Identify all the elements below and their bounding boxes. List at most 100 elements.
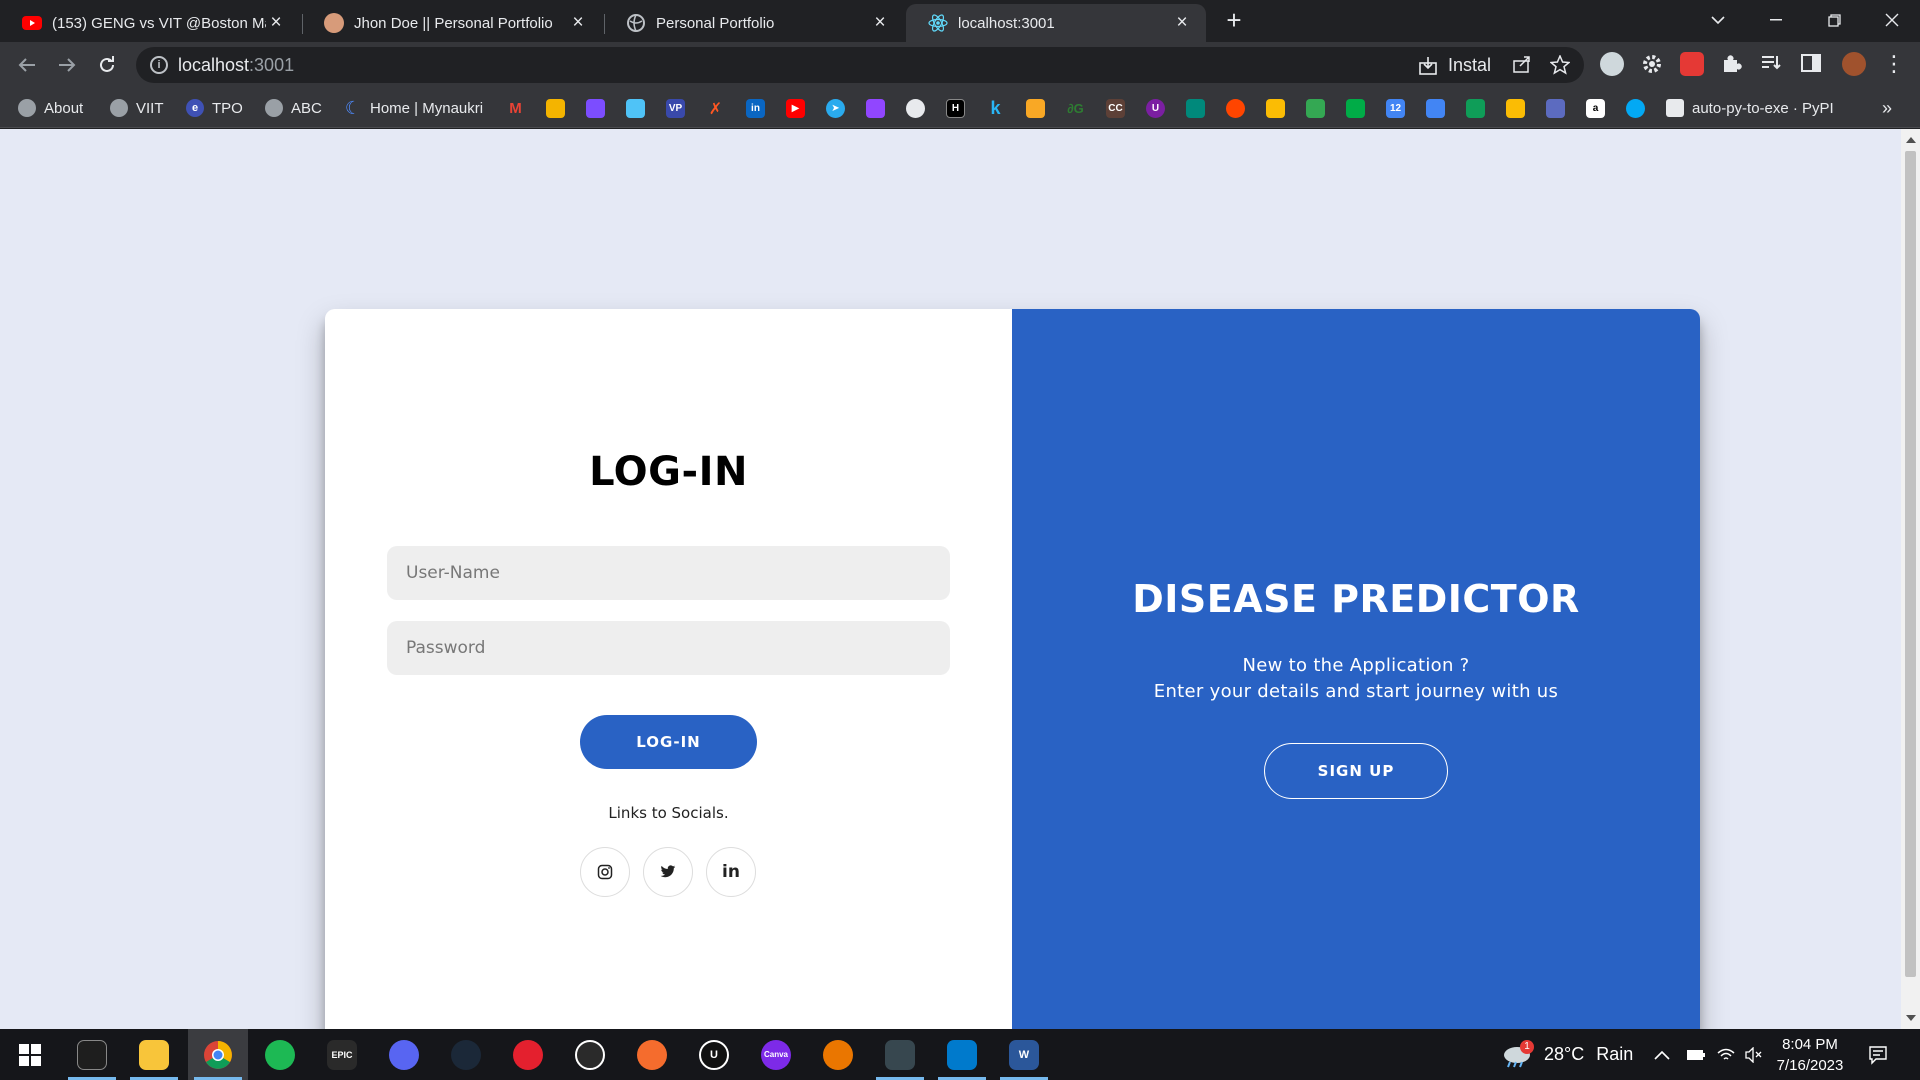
steam-app[interactable] (436, 1029, 496, 1080)
forward-button[interactable] (52, 50, 82, 80)
signup-button[interactable]: SIGN UP (1264, 743, 1448, 799)
address-bar[interactable]: i localhost:3001 Instal (136, 47, 1584, 83)
classroom-icon[interactable] (546, 99, 565, 118)
bookmark-abc[interactable]: ABC (265, 96, 322, 120)
scroll-down-icon[interactable] (1906, 1015, 1916, 1021)
back-button[interactable] (12, 50, 42, 80)
close-icon[interactable]: × (870, 12, 890, 33)
docs-icon[interactable] (1426, 99, 1445, 118)
game-launcher-app[interactable] (498, 1029, 558, 1080)
instagram-icon[interactable] (580, 847, 630, 897)
tab-search-icon[interactable] (1690, 0, 1746, 40)
vscode-app[interactable] (932, 1029, 992, 1080)
vp-icon[interactable]: VP (666, 99, 685, 118)
close-icon[interactable]: × (568, 12, 588, 33)
keep-icon[interactable] (1506, 99, 1525, 118)
youtube-icon[interactable]: ▶ (786, 99, 805, 118)
diamond-icon[interactable] (1186, 99, 1205, 118)
u-icon[interactable]: U (1146, 99, 1165, 118)
reload-button[interactable] (92, 50, 122, 80)
stack-icon[interactable] (1026, 99, 1045, 118)
side-panel-icon[interactable] (1800, 52, 1824, 76)
pinwheel-icon[interactable] (1266, 99, 1285, 118)
twitter-icon[interactable] (643, 847, 693, 897)
amazon-icon[interactable]: a (1586, 99, 1605, 118)
browser-tab[interactable]: (153) GENG vs VIT @Boston Maj × (0, 4, 300, 42)
tray-overflow-icon[interactable] (1654, 1029, 1670, 1080)
epic-games-app[interactable]: EPIC (312, 1029, 372, 1080)
system-clock[interactable]: 8:04 PM 7/16/2023 (1762, 1034, 1858, 1076)
edge-icon[interactable] (626, 99, 645, 118)
bookmark-mynaukri[interactable]: ☾ Home | Mynaukri (344, 96, 483, 120)
chart-icon[interactable] (1546, 99, 1565, 118)
profile-avatar[interactable] (1842, 52, 1866, 76)
edge-icon[interactable] (1626, 99, 1645, 118)
hackerrank-icon[interactable]: H (946, 99, 965, 118)
file-explorer-app[interactable] (124, 1029, 184, 1080)
bookmark-about[interactable]: About (18, 96, 83, 120)
close-icon[interactable]: × (1172, 12, 1192, 33)
reading-list-icon[interactable] (1760, 52, 1784, 76)
browser-menu-icon[interactable]: ⋮ (1882, 52, 1906, 78)
settings-gear-icon[interactable] (1640, 52, 1664, 76)
new-tab-button[interactable]: + (1220, 5, 1248, 35)
bookmarks-overflow-button[interactable]: » (1882, 96, 1892, 120)
scrollbar-thumb[interactable] (1905, 151, 1916, 977)
x-icon[interactable]: ✗ (706, 99, 725, 118)
chrome-app[interactable] (188, 1029, 248, 1080)
wifi-icon[interactable] (1716, 1029, 1736, 1080)
installer-app[interactable] (870, 1029, 930, 1080)
blender-app[interactable] (808, 1029, 868, 1080)
minimize-button[interactable] (1748, 0, 1804, 40)
google-drive-icon[interactable] (1306, 99, 1325, 118)
share-icon[interactable] (1512, 55, 1532, 73)
notifications-icon[interactable] (1868, 1029, 1888, 1080)
scroll-up-icon[interactable] (1906, 137, 1916, 143)
bookmark-pypi[interactable]: auto-py-to-exe · PyPI (1666, 96, 1834, 120)
canva-app[interactable]: Canva (746, 1029, 806, 1080)
cc-icon[interactable]: CC (1106, 99, 1125, 118)
page-scrollbar[interactable] (1901, 129, 1920, 1029)
browser-tab[interactable]: Jhon Doe || Personal Portfolio × (302, 4, 602, 42)
terminal-app[interactable] (62, 1029, 122, 1080)
bookmark-star-icon[interactable] (1550, 55, 1570, 75)
spotify-app[interactable] (250, 1029, 310, 1080)
restore-button[interactable] (1806, 0, 1862, 40)
unreal-app[interactable]: U (684, 1029, 744, 1080)
github-icon[interactable] (906, 99, 925, 118)
start-button[interactable] (0, 1029, 60, 1080)
battery-icon[interactable] (1686, 1029, 1706, 1080)
login-button[interactable]: LOG-IN (580, 715, 757, 769)
extension-icon[interactable] (1600, 52, 1624, 76)
close-window-button[interactable] (1864, 0, 1920, 40)
reddit-icon[interactable] (1226, 99, 1245, 118)
close-icon[interactable]: × (266, 12, 286, 33)
calendar-icon[interactable]: 12 (1386, 99, 1405, 118)
sheets-icon[interactable] (1466, 99, 1485, 118)
twitch-icon[interactable] (866, 99, 885, 118)
telegram-icon[interactable]: ➤ (826, 99, 845, 118)
extension-icon[interactable] (1680, 52, 1704, 76)
browser-tab-active[interactable]: localhost:3001 × (906, 4, 1206, 42)
drive-cloud-icon[interactable] (586, 99, 605, 118)
puzzle-icon[interactable] (1720, 52, 1744, 76)
username-input[interactable] (387, 546, 950, 600)
discord-app[interactable] (374, 1029, 434, 1080)
k-icon[interactable]: k (986, 98, 1005, 118)
site-info-icon[interactable]: i (150, 56, 168, 74)
gmail-icon[interactable]: M (506, 99, 525, 118)
bookmark-tpo[interactable]: e TPO (186, 96, 243, 120)
volume-muted-icon[interactable] (1744, 1029, 1762, 1080)
ubisoft-app[interactable] (560, 1029, 620, 1080)
word-app[interactable]: W (994, 1029, 1054, 1080)
gfg-icon[interactable]: ∂G (1066, 99, 1085, 118)
meet-icon[interactable] (1346, 99, 1365, 118)
linkedin-icon[interactable]: in (746, 99, 765, 118)
weather-widget[interactable]: 1 28°C Rain (1502, 1029, 1633, 1080)
install-app-button[interactable]: Instal (1418, 55, 1491, 76)
origin-app[interactable] (622, 1029, 682, 1080)
bookmark-viit[interactable]: VIIT (110, 96, 164, 120)
browser-tab[interactable]: Personal Portfolio × (604, 4, 904, 42)
linkedin-icon[interactable]: in (706, 847, 756, 897)
password-input[interactable] (387, 621, 950, 675)
